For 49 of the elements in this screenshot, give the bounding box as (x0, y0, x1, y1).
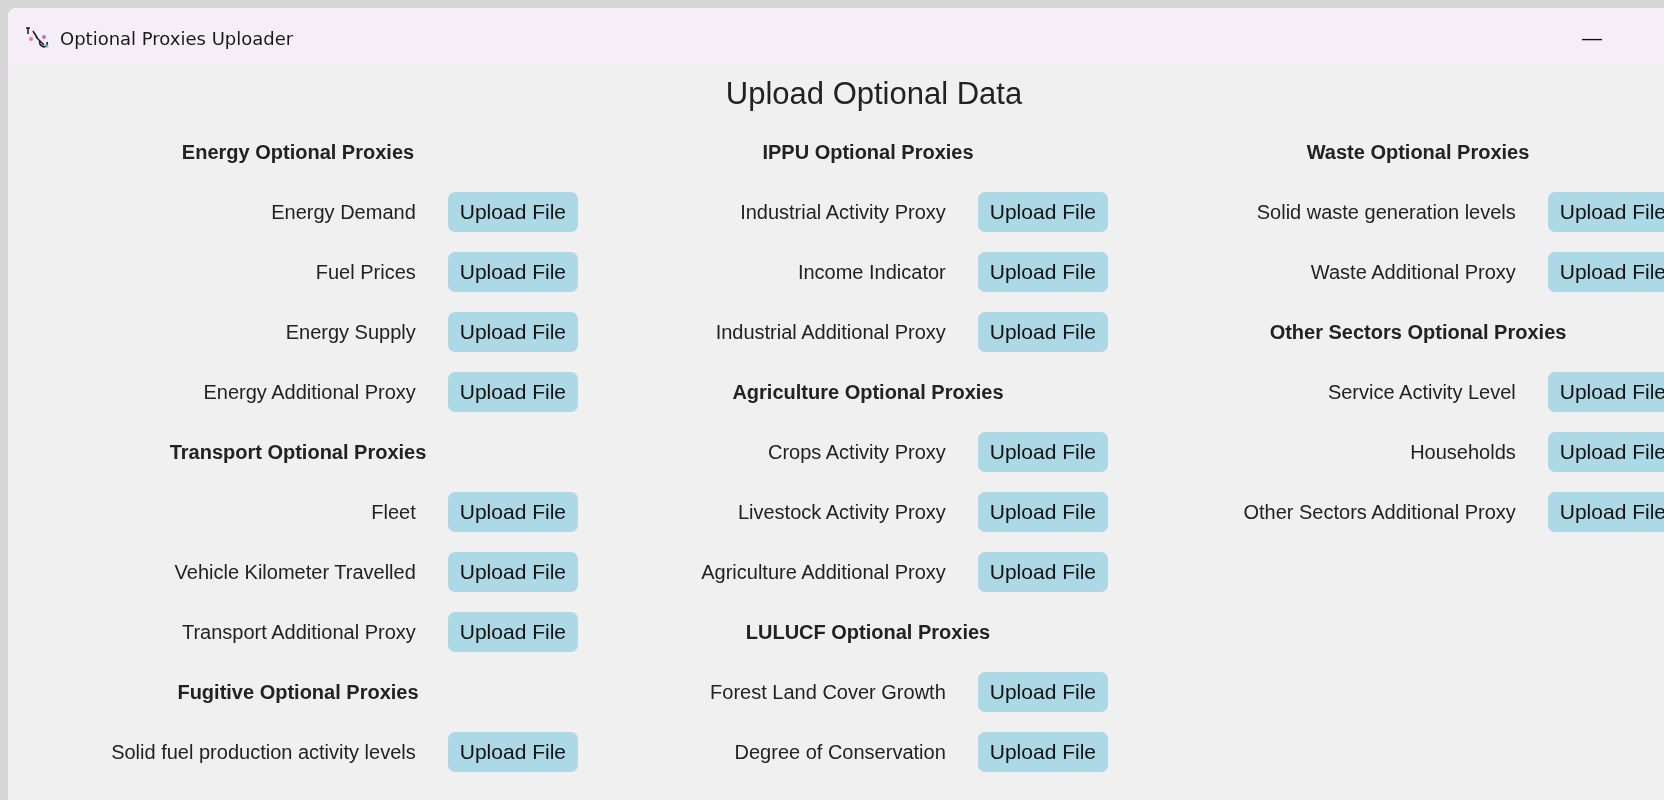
upload-file-button[interactable]: Upload File (447, 732, 578, 772)
proxy-label: Energy Additional Proxy (203, 380, 416, 404)
upload-file-button[interactable]: Upload File (977, 552, 1108, 592)
section-heading: Transport Optional Proxies (168, 440, 428, 464)
proxy-label: Waste Additional Proxy (1310, 260, 1516, 284)
proxy-label: Other Sectors Additional Proxy (1243, 500, 1516, 524)
section-heading: IPPU Optional Proxies (761, 140, 975, 164)
upload-file-button[interactable]: Upload File (977, 432, 1108, 472)
section-heading: Agriculture Optional Proxies (731, 380, 1005, 404)
page-heading: Upload Optional Data (724, 75, 1024, 113)
proxy-label: Solid waste generation levels (1256, 200, 1516, 224)
section-heading: Fugitive Optional Proxies (176, 680, 420, 704)
proxy-label: Service Activity Level (1327, 380, 1516, 404)
upload-file-button[interactable]: Upload File (447, 612, 578, 652)
section-heading: Waste Optional Proxies (1305, 140, 1531, 164)
app-icon (24, 25, 50, 51)
upload-file-button[interactable]: Upload File (447, 552, 578, 592)
proxy-label: Income Indicator (797, 260, 946, 284)
section-heading: LULUCF Optional Proxies (744, 620, 992, 644)
upload-file-button[interactable]: Upload File (447, 192, 578, 232)
upload-file-button[interactable]: Upload File (977, 192, 1108, 232)
proxy-label: Forest Land Cover Growth (710, 680, 946, 704)
upload-file-button[interactable]: Upload File (447, 312, 578, 352)
proxy-label: Fleet (371, 500, 416, 524)
upload-file-button[interactable]: Upload File (977, 492, 1108, 532)
proxy-label: Agriculture Additional Proxy (701, 560, 946, 584)
proxy-label: Households (1410, 440, 1516, 464)
upload-file-button[interactable]: Upload File (447, 492, 578, 532)
proxy-label: Transport Additional Proxy (181, 620, 416, 644)
proxy-label: Solid fuel production activity levels (111, 740, 416, 764)
upload-file-button[interactable]: Upload File (977, 672, 1108, 712)
upload-file-button[interactable]: Upload File (977, 312, 1108, 352)
upload-file-button[interactable]: Upload File (977, 732, 1108, 772)
minimize-button[interactable]: — (1560, 8, 1624, 68)
proxy-label: Fuel Prices (315, 260, 416, 284)
proxy-label: Degree of Conservation (734, 740, 946, 764)
proxy-label: Vehicle Kilometer Travelled (174, 560, 416, 584)
proxy-label: Livestock Activity Proxy (737, 500, 946, 524)
proxy-label: Industrial Activity Proxy (740, 200, 946, 224)
upload-file-button[interactable]: Upload File (977, 252, 1108, 292)
section-heading: Other Sectors Optional Proxies (1268, 320, 1568, 344)
upload-file-button[interactable]: Upload File (447, 252, 578, 292)
proxy-label: Industrial Additional Proxy (715, 320, 946, 344)
proxy-label: Energy Supply (285, 320, 416, 344)
proxy-label: Energy Demand (271, 200, 416, 224)
proxy-label: Crops Activity Proxy (767, 440, 946, 464)
upload-file-button[interactable]: Upload File (447, 372, 578, 412)
window-title: Optional Proxies Uploader (60, 27, 295, 49)
section-heading: Energy Optional Proxies (180, 140, 416, 164)
